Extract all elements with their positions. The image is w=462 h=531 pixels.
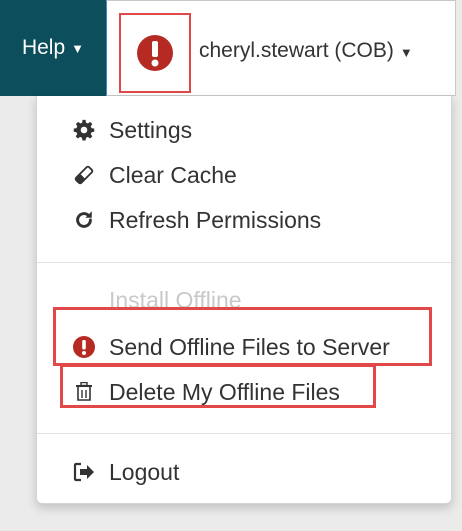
logout-label: Logout bbox=[109, 458, 180, 485]
caret-down-icon: ▼ bbox=[399, 45, 413, 60]
caret-down-icon: ▼ bbox=[71, 40, 85, 56]
user-name-label: cheryl.stewart (COB) bbox=[199, 39, 394, 62]
refresh-icon bbox=[71, 207, 97, 233]
top-navbar: Help ▼ cheryl.stewart (COB) ▼ bbox=[0, 0, 462, 96]
menu-item-clear-cache[interactable]: Clear Cache bbox=[37, 157, 451, 193]
exclamation-circle-icon bbox=[137, 35, 173, 71]
clear-cache-label: Clear Cache bbox=[109, 161, 237, 188]
menu-item-logout[interactable]: Logout bbox=[37, 454, 451, 490]
settings-label: Settings bbox=[109, 116, 193, 143]
refresh-permissions-label: Refresh Permissions bbox=[109, 206, 322, 233]
trash-icon bbox=[71, 379, 97, 405]
menu-item-delete-offline-files[interactable]: Delete My Offline Files bbox=[37, 374, 451, 410]
menu-item-refresh-permissions[interactable]: Refresh Permissions bbox=[37, 202, 451, 238]
install-offline-label: Install Offline bbox=[109, 286, 242, 313]
help-label: Help bbox=[21, 36, 66, 59]
menu-item-send-offline-files[interactable]: Send Offline Files to Server bbox=[37, 329, 451, 365]
gear-icon bbox=[71, 117, 97, 143]
user-menu-button[interactable]: cheryl.stewart (COB) ▼ bbox=[106, 0, 456, 96]
delete-offline-files-label: Delete My Offline Files bbox=[109, 378, 340, 405]
menu-item-install-offline: Install Offline bbox=[37, 282, 451, 318]
exclamation-circle-icon bbox=[71, 334, 97, 360]
sign-out-icon bbox=[71, 459, 97, 485]
eraser-icon bbox=[71, 162, 97, 188]
menu-divider bbox=[37, 262, 451, 263]
help-menu-button[interactable]: Help ▼ bbox=[0, 0, 106, 96]
user-alert-highlight bbox=[119, 13, 191, 93]
user-name: cheryl.stewart (COB) ▼ bbox=[199, 39, 413, 63]
menu-divider bbox=[37, 433, 451, 434]
user-dropdown-menu: Settings Clear Cache Refresh Permissions… bbox=[36, 96, 452, 504]
menu-item-settings[interactable]: Settings bbox=[37, 112, 451, 148]
send-offline-files-label: Send Offline Files to Server bbox=[109, 333, 390, 360]
